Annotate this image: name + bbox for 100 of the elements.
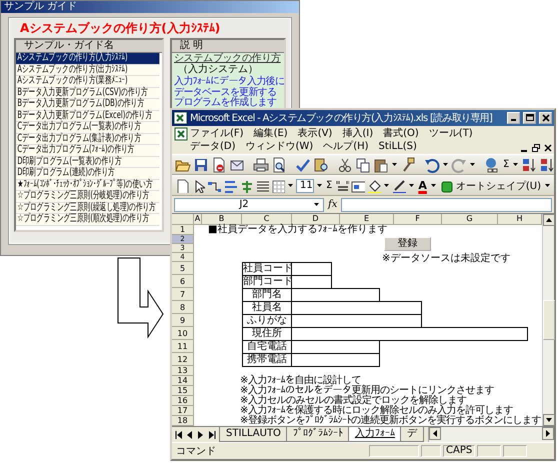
autosum-button[interactable]: Σ [502,159,510,170]
scroll-down-icon[interactable] [543,414,555,426]
sheet-tab[interactable]: ﾌﾟﾛｸﾞﾗﾑｼｰﾄ [286,427,350,442]
research-icon[interactable] [313,156,329,172]
column-header[interactable]: G [442,214,498,225]
permission-icon[interactable] [211,156,227,172]
list-item[interactable]: Aシステムブックの作り方(入力ｼｽﾃﾑ) [16,53,160,64]
scroll-thumb[interactable] [543,300,555,340]
row-header[interactable]: 11 [172,340,194,353]
sort-descending-icon[interactable] [539,156,556,172]
column-header[interactable]: E [340,214,394,225]
menu-item[interactable]: 表示(V) [296,127,334,140]
shape-icon[interactable] [438,178,453,192]
line-color-icon[interactable] [392,178,406,192]
menu-item[interactable]: ツール(T) [426,127,475,140]
menu-item[interactable]: 書式(O) [381,127,421,140]
font-color-button[interactable]: A [417,179,428,192]
row-header[interactable]: 5 [172,262,194,275]
save-icon[interactable] [193,156,209,172]
list-item[interactable]: ☆プログラミング三原則(分岐処理)の作り方 [16,191,160,202]
menu-item[interactable]: 編集(E) [252,127,290,140]
table-grid-icon[interactable] [271,178,285,192]
caret-icon[interactable] [383,182,390,189]
paste-icon[interactable] [373,156,389,172]
form-value-cell[interactable] [292,353,380,367]
column-header[interactable]: C [242,214,292,225]
column-header[interactable]: D [292,214,340,225]
row-header[interactable]: 16 [172,396,194,406]
column-header[interactable]: B [202,214,242,225]
row-header[interactable]: 10 [172,327,194,340]
caret-icon[interactable] [287,182,294,189]
label-icon[interactable] [351,178,366,192]
previous-sheet-icon[interactable] [185,430,195,440]
restore-icon[interactable] [532,143,540,153]
row-header[interactable]: 14 [172,376,194,386]
caret-icon[interactable] [313,201,320,208]
list-item[interactable]: Bデータ入力更新プログラム(CSV)の作り方 [16,88,160,99]
undo-icon[interactable] [424,156,440,172]
menu-item[interactable]: ヘルプ(H) [321,140,371,153]
scroll-left-icon[interactable] [428,427,441,440]
font-size-field[interactable]: 11 [296,178,314,192]
first-sheet-icon[interactable] [174,430,184,440]
close-button[interactable] [539,112,552,124]
spreadsheet-icon[interactable] [174,127,188,141]
caret-icon[interactable] [544,182,551,189]
list-item[interactable]: ★ﾌｫｰﾑ(ｺﾝﾎﾞ･ﾁｪｯｸ･ｵﾌﾟｼｮﾝ･ｸﾞﾙｰﾌﾟ等)の使い方 [16,180,160,191]
column-header[interactable]: F [394,214,442,225]
row-header[interactable]: 18 [172,416,194,426]
row-header[interactable]: 12 [172,353,194,366]
align-icon[interactable] [223,178,237,192]
name-box[interactable]: J2 [174,198,324,212]
print-preview-icon[interactable] [271,156,287,172]
formula-field[interactable] [341,198,552,212]
fill-color-icon[interactable] [367,178,382,192]
row-header[interactable]: 1 [172,225,194,235]
insert-function-button[interactable]: fx [328,199,338,210]
list-item[interactable]: D印刷プログラム(一覧表)の作り方 [16,156,160,168]
caret-icon[interactable] [408,182,416,189]
list-item[interactable]: Aシステムブックの作り方(業務ﾒﾆｭｰ) [16,76,160,88]
menu-item[interactable]: ウィンドウ(W) [244,140,316,153]
form-value-cell[interactable] [292,262,332,276]
list-item[interactable]: ☆プログラミング三原則(繰返し処理)の作り方 [16,202,160,214]
autoshape-menu[interactable]: オートシェイプ(U) [454,178,542,192]
scroll-up-icon[interactable] [543,214,555,226]
spelling-icon[interactable] [295,156,311,172]
vertical-scrollbar[interactable] [542,214,554,426]
register-button[interactable]: 登録 [384,237,431,251]
lines-icon[interactable] [255,178,269,192]
caret-icon[interactable] [512,161,520,168]
menu-item[interactable]: 挿入(I) [340,127,376,140]
caret-icon[interactable] [316,182,324,189]
maximize-button[interactable] [523,112,536,124]
row-header[interactable]: 9 [172,314,194,327]
caret-icon[interactable] [391,161,398,168]
horizontal-scrollbar[interactable] [428,427,554,442]
menu-item[interactable]: StiLL(S) [376,140,419,153]
close-icon[interactable] [544,143,552,153]
row-header[interactable]: 6 [172,275,194,288]
hyperlink-icon[interactable] [484,156,500,172]
cut-icon[interactable] [337,156,353,172]
copy-icon[interactable] [355,156,371,172]
document-icon[interactable] [175,178,189,192]
row-header[interactable]: 8 [172,301,194,314]
caret-icon[interactable] [469,161,476,168]
print-icon[interactable] [253,156,269,172]
column-header[interactable]: H [498,214,542,225]
menu-item[interactable]: ファイル(F) [188,127,246,140]
scroll-right-icon[interactable] [542,427,554,440]
row-header[interactable]: 7 [172,288,194,301]
sheet-tab[interactable]: 入力ﾌｫｰﾑ [348,427,402,442]
caret-icon[interactable] [430,182,437,189]
list-item[interactable]: Bデータ入力更新プログラム(Excel)の作り方 [16,110,160,122]
list-item[interactable]: Cデータ出力プログラム(集計表)の作り方 [16,134,160,145]
sheet-tab[interactable]: デ [400,427,424,442]
caret-icon[interactable] [442,161,449,168]
minimize-button[interactable] [507,112,520,124]
sheet-tab[interactable]: STILLAUTO [219,427,288,442]
list-item[interactable]: Aシステムブックの作り方(出力ｼｽﾃﾑ) [16,64,160,76]
quote-icon[interactable] [335,178,350,192]
column-header[interactable]: A [194,214,202,225]
